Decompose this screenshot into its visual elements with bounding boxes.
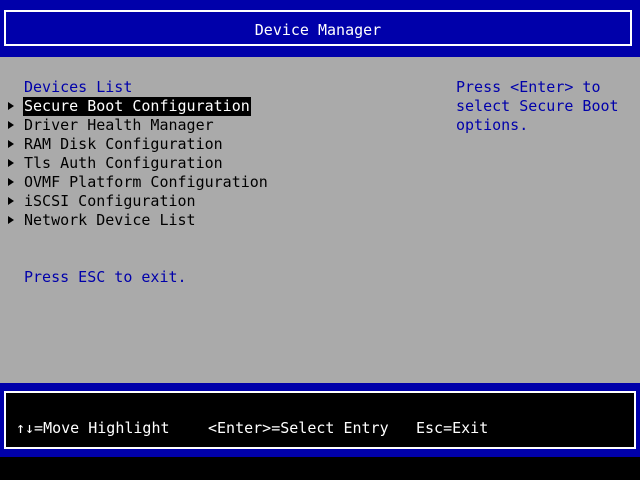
menu-item-label: OVMF Platform Configuration: [24, 173, 268, 191]
select-entry-hint: <Enter>=Select Entry: [208, 419, 389, 437]
help-line: select Secure Boot: [456, 97, 619, 115]
menu-item-label: iSCSI Configuration: [24, 192, 196, 210]
esc-exit-hint: Esc=Exit: [416, 419, 489, 437]
arrow-right-icon: [8, 102, 14, 110]
menu-item-label: Driver Health Manager: [24, 116, 214, 134]
arrow-right-icon: [8, 178, 14, 186]
page-title: Device Manager: [254, 21, 382, 39]
menu-item-label: Tls Auth Configuration: [24, 154, 223, 172]
menu-item-label: RAM Disk Configuration: [24, 135, 223, 153]
arrow-right-icon: [8, 140, 14, 148]
menu-item-label: Network Device List: [24, 211, 196, 229]
arrow-right-icon: [8, 197, 14, 205]
devices-list-heading: Devices List: [24, 78, 133, 96]
arrow-right-icon: [8, 159, 14, 167]
title-box: Device Manager: [4, 10, 632, 46]
move-highlight-hint: ↑↓=Move Highlight: [16, 419, 170, 437]
arrow-right-icon: [8, 216, 14, 224]
help-line: options.: [456, 116, 529, 134]
arrow-right-icon: [8, 121, 14, 129]
help-line: Press <Enter> to: [456, 78, 601, 96]
exit-hint: Press ESC to exit.: [24, 268, 187, 286]
footer-bar: ↑↓=Move Highlight <Enter>=Select Entry E…: [0, 383, 640, 457]
main-panel: Devices List Secure Boot Configuration D…: [0, 57, 640, 383]
bottom-strip: [0, 457, 640, 480]
menu-item-label: Secure Boot Configuration: [23, 97, 251, 116]
title-bar: Device Manager: [0, 0, 640, 57]
